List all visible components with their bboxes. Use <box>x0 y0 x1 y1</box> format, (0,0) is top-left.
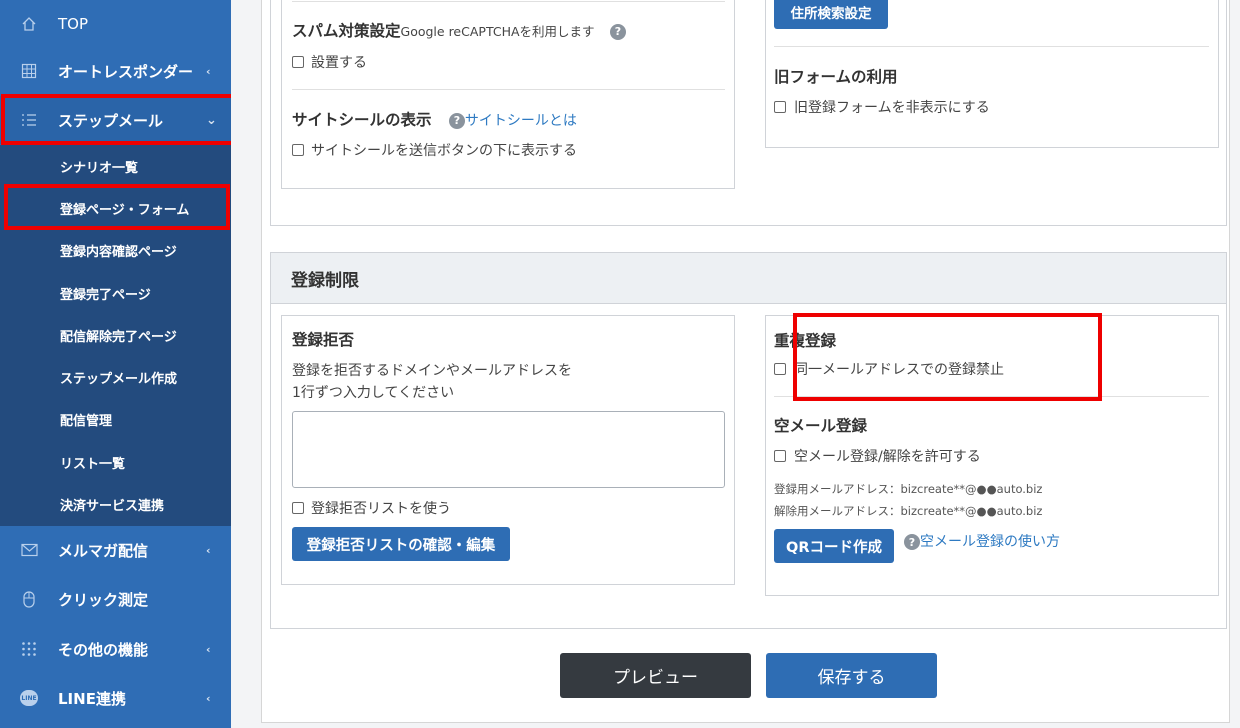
chevron-left-icon: ‹ <box>206 543 211 557</box>
siteseal-title-text: サイトシールの表示 <box>292 111 432 129</box>
settings-panel: スパム対策設定Google reCAPTCHAを利用します ? 設置する サイト… <box>270 0 1227 226</box>
spam-siteseal-box: スパム対策設定Google reCAPTCHAを利用します ? 設置する サイト… <box>281 0 735 189</box>
submenu-item-create-stepmail[interactable]: ステップメール作成 <box>0 356 231 398</box>
line-icon: LINE <box>20 689 38 707</box>
reject-desc-line2: 1行ずつ入力してください <box>292 385 455 401</box>
reject-box: 登録拒否 登録を拒否するドメインやメールアドレスを 1行ずつ入力してください 登… <box>281 315 735 585</box>
help-icon: ? <box>448 112 465 129</box>
submenu-item-scenario-list[interactable]: シナリオ一覧 <box>0 145 231 187</box>
submenu-item-list[interactable]: リスト一覧 <box>0 441 231 483</box>
spam-note: Google reCAPTCHAを利用します <box>400 24 595 39</box>
reject-textarea[interactable] <box>292 411 725 488</box>
sidebar-item-label: その他の機能 <box>58 640 149 659</box>
submenu-label: 配信管理 <box>60 413 113 429</box>
sidebar-item-label: TOP <box>58 15 89 33</box>
sidebar-item-autoresponder[interactable]: オートレスポンダー ‹ <box>0 47 231 95</box>
line-icon-text: LINE <box>20 690 38 706</box>
sidebar-item-label: メルマガ配信 <box>58 541 149 560</box>
sidebar-item-label: LINE連携 <box>58 689 126 708</box>
grid-icon <box>20 62 38 80</box>
restriction-header: 登録制限 <box>271 253 1226 304</box>
submenu-item-unsubscribe-page[interactable]: 配信解除完了ページ <box>0 314 231 356</box>
submenu-item-payment[interactable]: 決済サービス連携 <box>0 483 231 525</box>
address-search-button[interactable]: 住所検索設定 <box>774 0 888 29</box>
empty-mail-checkbox-label: 空メール登録/解除を許可する <box>794 449 981 465</box>
empty-mail-title: 空メール登録 <box>774 417 868 435</box>
empty-mail-howto: ? 空メール登録の使い方 <box>904 531 1060 551</box>
siteseal-checkbox[interactable] <box>292 144 304 156</box>
highlight-box <box>793 313 1102 401</box>
submenu-label: 配信解除完了ページ <box>60 329 177 345</box>
empty-mail-checkbox[interactable] <box>774 450 786 462</box>
sidebar-item-label: オートレスポンダー <box>58 62 194 81</box>
sidebar: TOP オートレスポンダー ‹ ステップメール ⌄ シナリオ一覧 登録ページ・フ… <box>0 0 236 728</box>
save-button[interactable]: 保存する <box>766 653 937 698</box>
submenu-label: ステップメール作成 <box>60 371 178 387</box>
highlight-box <box>1 94 236 145</box>
qr-code-button[interactable]: QRコード作成 <box>774 529 894 563</box>
duplicate-checkbox[interactable] <box>774 363 786 375</box>
submenu-label: 決済サービス連携 <box>60 498 165 514</box>
highlight-box <box>4 184 230 230</box>
main-content: スパム対策設定Google reCAPTCHAを利用します ? 設置する サイト… <box>231 0 1240 728</box>
sidebar-item-click[interactable]: クリック測定 <box>0 575 231 623</box>
submenu-item-confirm-page[interactable]: 登録内容確認ページ <box>0 229 231 271</box>
submenu-label: シナリオ一覧 <box>60 160 139 176</box>
submenu-item-delivery[interactable]: 配信管理 <box>0 398 231 440</box>
spam-checkbox[interactable] <box>292 56 304 68</box>
mouse-icon <box>20 590 38 608</box>
help-icon: ? <box>904 534 920 550</box>
reject-list-checkbox-label: 登録拒否リストを使う <box>311 501 451 517</box>
address-oldform-box: 住所検索設定 旧フォームの利用 旧登録フォームを非表示にする <box>765 0 1219 148</box>
submenu-label: リスト一覧 <box>60 456 126 472</box>
help-icon[interactable]: ? <box>609 23 626 40</box>
oldform-checkbox[interactable] <box>774 101 786 113</box>
divider <box>774 46 1209 47</box>
dots-grid-icon <box>20 640 38 658</box>
reject-title: 登録拒否 <box>292 331 355 349</box>
sidebar-item-label: クリック測定 <box>58 590 149 609</box>
divider <box>292 1 725 2</box>
sidebar-item-top[interactable]: TOP <box>0 0 231 48</box>
submenu-label: 登録完了ページ <box>60 287 151 303</box>
spam-checkbox-label: 設置する <box>311 55 367 71</box>
sidebar-item-other[interactable]: その他の機能 ‹ <box>0 625 231 673</box>
siteseal-link[interactable]: サイトシールとは <box>465 113 577 129</box>
spam-title-text: スパム対策設定 <box>292 22 401 40</box>
reject-list-checkbox[interactable] <box>292 502 304 514</box>
form-settings-card: スパム対策設定Google reCAPTCHAを利用します ? 設置する サイト… <box>261 0 1230 723</box>
restriction-panel: 登録制限 登録拒否 登録を拒否するドメインやメールアドレスを 1行ずつ入力してく… <box>270 252 1227 629</box>
chevron-left-icon: ‹ <box>206 691 211 705</box>
register-address: 登録用メールアドレス：bizcreate**@●●auto.biz <box>774 482 1043 496</box>
siteseal-checkbox-label: サイトシールを送信ボタンの下に表示する <box>311 143 577 159</box>
submenu-label: 登録内容確認ページ <box>60 244 177 260</box>
reject-desc-line1: 登録を拒否するドメインやメールアドレスを <box>292 363 572 379</box>
oldform-checkbox-label: 旧登録フォームを非表示にする <box>794 100 990 116</box>
sidebar-item-line[interactable]: LINE LINE連携 ‹ <box>0 674 231 722</box>
preview-button[interactable]: プレビュー <box>560 653 751 698</box>
reject-list-edit-button[interactable]: 登録拒否リストの確認・編集 <box>292 527 510 561</box>
chevron-left-icon: ‹ <box>206 64 211 78</box>
siteseal-title: サイトシールの表示 ? サイトシールとは <box>292 108 577 130</box>
spam-title: スパム対策設定Google reCAPTCHAを利用します ? <box>292 19 626 41</box>
home-icon <box>20 15 38 33</box>
sidebar-item-magazine[interactable]: メルマガ配信 ‹ <box>0 526 231 574</box>
chevron-left-icon: ‹ <box>206 642 211 656</box>
oldform-title: 旧フォームの利用 <box>774 68 898 86</box>
cancel-address: 解除用メールアドレス：bizcreate**@●●auto.biz <box>774 504 1043 518</box>
submenu-item-complete-page[interactable]: 登録完了ページ <box>0 272 231 314</box>
divider <box>292 89 725 90</box>
mail-icon <box>20 541 38 559</box>
empty-mail-howto-link[interactable]: 空メール登録の使い方 <box>920 534 1060 550</box>
